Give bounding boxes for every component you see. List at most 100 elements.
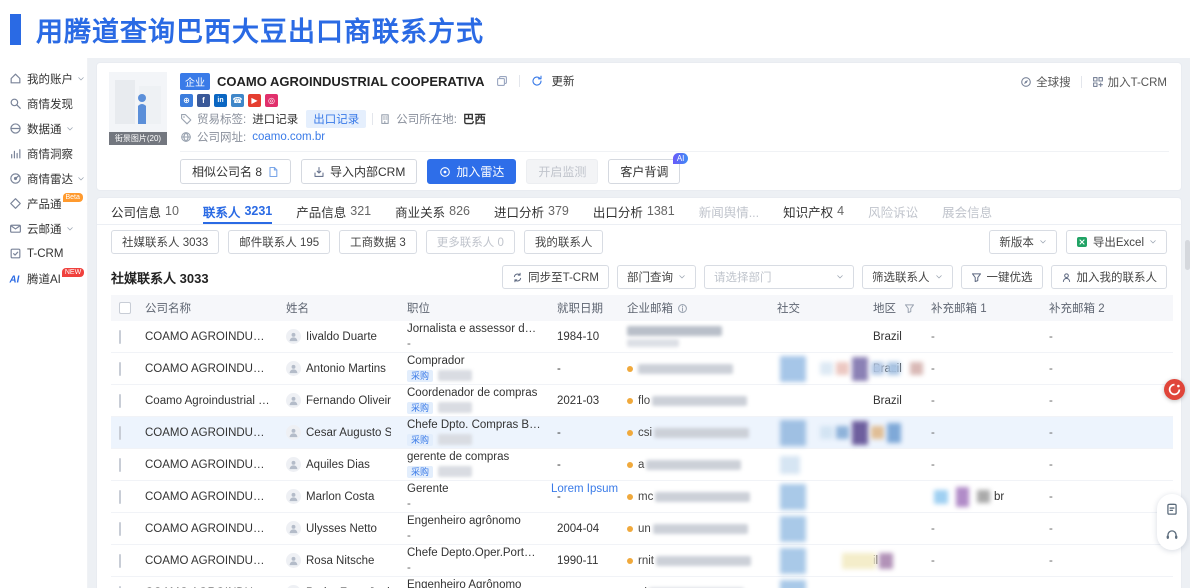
customer-service-icon[interactable] (1165, 528, 1179, 542)
cell-region (865, 577, 923, 588)
extra-email-dash: - (1049, 491, 1053, 503)
join-tcrm-button[interactable]: 加入T-CRM (1092, 74, 1167, 90)
toolbar-同步至T-CRM[interactable]: 同步至T-CRM (502, 265, 609, 289)
table-row[interactable]: COAMO AGROINDUSTRIAL COOPERAT...Marlon C… (111, 481, 1173, 513)
refresh-label[interactable]: 更新 (551, 73, 574, 89)
table-row[interactable]: COAMO AGROINDUSTRIAL COOPERAT...Cesar Au… (111, 417, 1173, 449)
tendata-float-logo[interactable] (1164, 379, 1185, 400)
tab-公司信息[interactable]: 公司信息10 (111, 198, 179, 224)
email-redacted (654, 428, 749, 438)
company-card: 街景图片(20) 企业 COAMO AGROINDUSTRIAL COOPERA… (96, 62, 1182, 191)
toolbar-加入我的联系人[interactable]: 加入我的联系人 (1051, 265, 1168, 289)
sidebar-item-radar[interactable]: 商情雷达 (0, 166, 87, 191)
button-label: 开启监测 (538, 163, 586, 180)
select-all-checkbox[interactable] (119, 302, 131, 314)
sidebar-item-tcrm[interactable]: T-CRM (0, 241, 87, 266)
相似公司名-button[interactable]: 相似公司名 8 (180, 159, 291, 184)
row-checkbox[interactable] (119, 490, 121, 504)
extra-email-dash: - (931, 523, 935, 535)
row-checkbox[interactable] (119, 394, 121, 408)
cell-extra-email-1: - (923, 417, 1041, 449)
toolbar-button-label: 同步至T-CRM (528, 269, 599, 285)
phone-icon[interactable]: ☎ (231, 94, 244, 107)
row-checkbox[interactable] (119, 330, 121, 344)
开启监测-button[interactable]: 开启监测 (526, 159, 598, 184)
table-row[interactable]: Coamo Agroindustrial CooperativaFernando… (111, 385, 1173, 417)
cell-checkbox (111, 321, 137, 353)
company-name-text: COAMO AGROINDUSTRIAL COOPERAT... (145, 331, 270, 343)
table-row[interactable]: COAMO AGROINDUSTRIAL COOPERAT...Ulysses … (111, 513, 1173, 545)
tab-风险诉讼[interactable]: 风险诉讼 (868, 198, 918, 224)
toolbar-部门查询[interactable]: 部门查询 (617, 265, 696, 289)
global-search-button[interactable]: 全球搜 (1020, 74, 1071, 90)
tab-进口分析[interactable]: 进口分析379 (494, 198, 569, 224)
refresh-icon[interactable] (531, 75, 543, 87)
chip-我的联系人[interactable]: 我的联系人 (524, 230, 604, 254)
row-checkbox[interactable] (119, 522, 121, 536)
toolbar-请选择部门[interactable]: 请选择部门 (704, 265, 854, 289)
version-dropdown[interactable]: 新版本 (989, 230, 1057, 254)
sidebar-item-product[interactable]: 产品通Beta (0, 191, 87, 216)
toolbar-一键优选[interactable]: 一键优选 (961, 265, 1043, 289)
toolbar-筛选联系人[interactable]: 筛选联系人 (862, 265, 953, 289)
tab-展会信息[interactable]: 展会信息 (942, 198, 992, 224)
chip-更多联系人[interactable]: 更多联系人 0 (426, 230, 515, 254)
company-photo[interactable]: 街景图片(20) (109, 72, 167, 184)
table-row[interactable]: COAMO AGROINDUSTRIAL COOPERAT...Aquiles … (111, 449, 1173, 481)
cell-checkbox (111, 385, 137, 417)
position-title: Chefe Depto.Oper.Portuárias (407, 547, 541, 560)
加入雷达-button[interactable]: 加入雷达 (427, 159, 516, 184)
filter-funnel-icon[interactable] (904, 303, 915, 314)
instagram-icon[interactable]: ◎ (265, 94, 278, 107)
tab-出口分析[interactable]: 出口分析1381 (593, 198, 675, 224)
position-title: Coordenador de compras (407, 387, 541, 400)
feedback-form-icon[interactable] (1165, 502, 1179, 516)
导入内部CRM-button[interactable]: 导入内部CRM (301, 159, 417, 184)
sidebar-item-account[interactable]: 我的账户 (0, 66, 87, 91)
tab-新闻舆情...[interactable]: 新闻舆情... (699, 198, 759, 224)
trade-tag-import[interactable]: 进口记录 (252, 111, 298, 127)
sidebar-item-discover[interactable]: 商情发现 (0, 91, 87, 116)
客户背调-button[interactable]: 客户背调AI (608, 159, 680, 184)
info-icon[interactable] (677, 303, 688, 314)
web-icon[interactable]: ⊕ (180, 94, 193, 107)
lorem-link[interactable]: Lorem Ipsum (551, 483, 618, 496)
sidebar-item-ai[interactable]: AI腾道AINEW (0, 266, 87, 291)
table-row[interactable]: COAMO AGROINDUSTRIAL COOPERAT...Iivaldo … (111, 321, 1173, 353)
street-view-image (109, 72, 167, 132)
row-checkbox[interactable] (119, 362, 121, 376)
row-checkbox[interactable] (119, 458, 121, 472)
table-row[interactable]: COAMO AGROINDUSTRIAL COOPERAT...Rosa Nit… (111, 545, 1173, 577)
scrollbar-thumb[interactable] (1185, 240, 1190, 270)
table-row[interactable]: COAMO AGROINDUSTRIAL COOPERAT...Antonio … (111, 353, 1173, 385)
trade-tag-export[interactable]: 出口记录 (306, 110, 366, 128)
export-excel-button[interactable]: 导出Excel (1066, 230, 1167, 254)
sidebar-item-badge: NEW (62, 268, 84, 277)
chip-社媒联系人[interactable]: 社媒联系人 3033 (111, 230, 219, 254)
person-icon (1061, 272, 1072, 283)
extra-email-dash: - (1049, 395, 1053, 407)
button-label: 加入雷达 (456, 163, 504, 180)
facebook-icon[interactable]: f (197, 94, 210, 107)
tab-商业关系[interactable]: 商业关系826 (395, 198, 470, 224)
linkedin-icon[interactable]: in (214, 94, 227, 107)
table-row[interactable]: COAMO AGROINDUSTRIAL COOPERAT...Pedro Fa… (111, 577, 1173, 588)
row-checkbox[interactable] (119, 554, 121, 568)
tab-知识产权[interactable]: 知识产权4 (783, 198, 844, 224)
cell-position: Jornalista e assessor de Comunicação- (399, 321, 549, 353)
company-website-link[interactable]: coamo.com.br (252, 131, 325, 143)
chip-工商数据[interactable]: 工商数据 3 (339, 230, 417, 254)
email-redacted (627, 326, 722, 336)
position-sub-dash: - (407, 562, 411, 574)
row-checkbox[interactable] (119, 426, 121, 440)
sidebar-item-mail[interactable]: 云邮通 (0, 216, 87, 241)
tab-联系人[interactable]: 联系人3231 (203, 198, 272, 224)
copy-icon[interactable] (496, 75, 508, 87)
tab-label: 进口分析 (494, 202, 544, 221)
tab-产品信息[interactable]: 产品信息321 (296, 198, 371, 224)
sidebar-item-data[interactable]: 数据通 (0, 116, 87, 141)
chip-邮件联系人[interactable]: 邮件联系人 195 (228, 230, 330, 254)
youtube-icon[interactable]: ▶ (248, 94, 261, 107)
company-name-text: COAMO AGROINDUSTRIAL COOPERAT... (145, 363, 270, 375)
sidebar-item-insight[interactable]: 商情洞察 (0, 141, 87, 166)
